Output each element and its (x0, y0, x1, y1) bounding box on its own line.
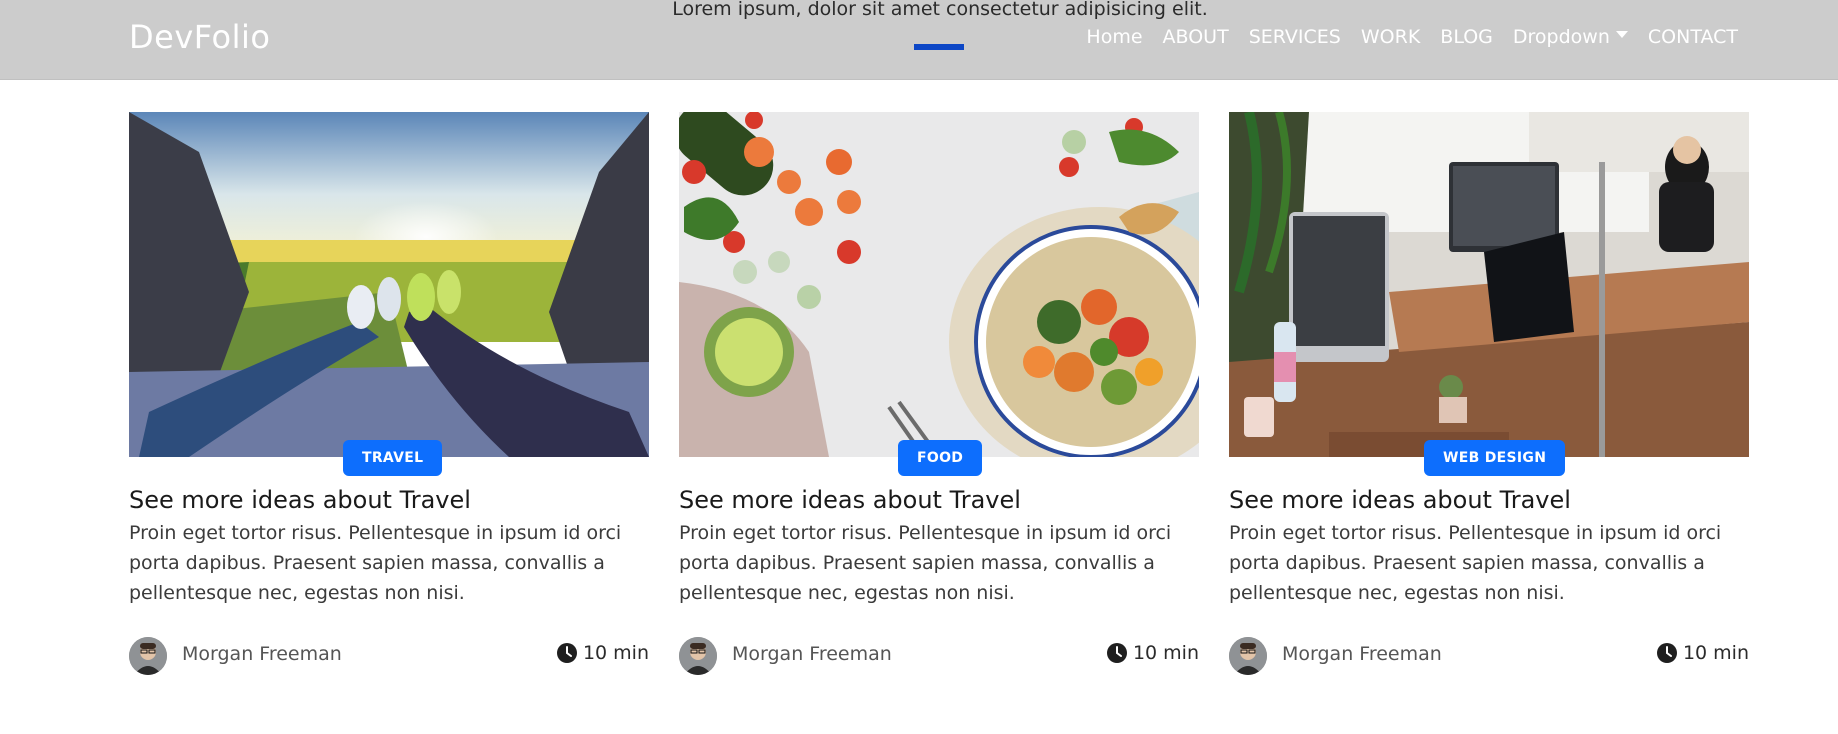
read-time: 10 min (556, 642, 649, 664)
author-name[interactable]: Morgan Freeman (732, 643, 892, 665)
category-badge[interactable]: FOOD (898, 440, 983, 476)
clock-icon (556, 643, 577, 663)
category-badge[interactable]: WEB DESIGN (1424, 440, 1566, 476)
category-badge[interactable]: TRAVEL (343, 440, 443, 476)
food-photo-art (679, 112, 1199, 457)
clock-icon (1106, 643, 1127, 663)
clock-icon (1656, 643, 1677, 663)
read-time-label: 10 min (582, 642, 649, 664)
author-avatar (1229, 637, 1267, 675)
navbar-indicator (914, 44, 964, 50)
food-photo[interactable] (679, 112, 1199, 457)
nav-item-about[interactable]: ABOUT (1163, 26, 1229, 48)
travel-photo-art (129, 112, 649, 457)
author-name[interactable]: Morgan Freeman (182, 643, 342, 665)
nav-item-dropdown[interactable]: Dropdown (1513, 26, 1628, 48)
avatar-art (129, 637, 167, 675)
avatar-art (679, 637, 717, 675)
read-time-label: 10 min (1682, 642, 1749, 664)
nav-item-home[interactable]: Home (1086, 26, 1142, 48)
nav-item-blog[interactable]: BLOG (1440, 26, 1493, 48)
nav-item-work[interactable]: WORK (1361, 26, 1420, 48)
read-time: 10 min (1106, 642, 1199, 664)
card-title[interactable]: See more ideas about Travel (1229, 486, 1571, 514)
avatar-art (1229, 637, 1267, 675)
office-photo[interactable] (1229, 112, 1749, 457)
nav-item-dropdown-label: Dropdown (1512, 26, 1610, 48)
card-description: Proin eget tortor risus. Pellentesque in… (129, 522, 622, 604)
author-name[interactable]: Morgan Freeman (1282, 643, 1442, 665)
read-time: 10 min (1656, 642, 1749, 664)
nav-menu: Home ABOUT SERVICES WORK BLOG Dropdown C… (1086, 26, 1738, 48)
read-time-label: 10 min (1132, 642, 1199, 664)
office-photo-art (1229, 112, 1749, 457)
travel-photo[interactable] (129, 112, 649, 457)
card-description: Proin eget tortor risus. Pellentesque in… (679, 522, 1172, 604)
chevron-down-icon (1615, 31, 1628, 38)
nav-item-contact[interactable]: CONTACT (1648, 26, 1738, 48)
brand-logo[interactable]: DevFolio (129, 18, 270, 56)
author-avatar (679, 637, 717, 675)
author-avatar (129, 637, 167, 675)
navbar-subtitle: Lorem ipsum, dolor sit amet consectetur … (672, 0, 1208, 20)
nav-item-services[interactable]: SERVICES (1249, 26, 1341, 48)
navbar: DevFolio Lorem ipsum, dolor sit amet con… (0, 0, 1838, 80)
card-title[interactable]: See more ideas about Travel (679, 486, 1021, 514)
card-description: Proin eget tortor risus. Pellentesque in… (1229, 522, 1722, 604)
card-title[interactable]: See more ideas about Travel (129, 486, 471, 514)
